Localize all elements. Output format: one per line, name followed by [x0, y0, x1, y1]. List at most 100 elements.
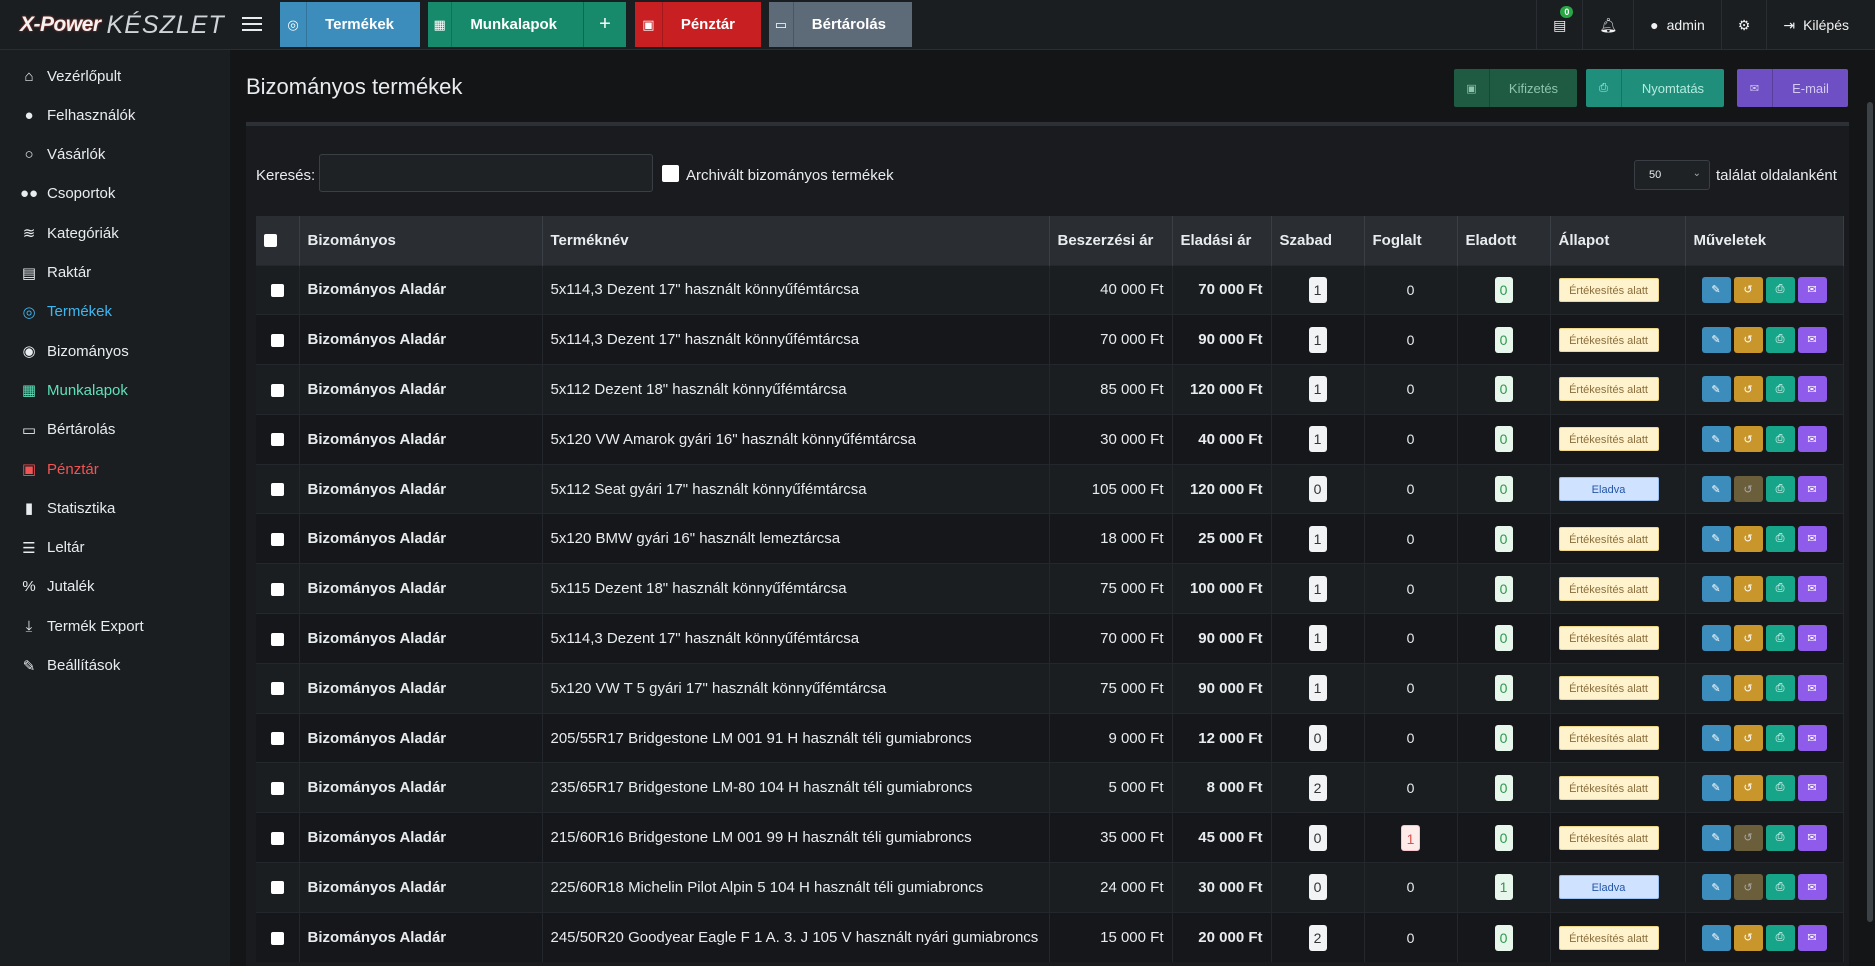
row-checkbox[interactable] [270, 931, 284, 945]
table-row[interactable]: Bizományos Aladár 5x112 Seat gyári 17" ha… [256, 463, 1844, 514]
undo-icon[interactable]: ↺ [1733, 625, 1763, 652]
print-icon[interactable]: ⎙ [1765, 525, 1795, 552]
table-row[interactable]: Bizományos Aladár 215/60R16 Bridgestone L… [256, 812, 1844, 863]
envelope-icon[interactable]: ✉ [1797, 326, 1827, 353]
print-icon[interactable]: ⎙ [1765, 476, 1795, 503]
print-icon[interactable]: ⎙ [1765, 874, 1795, 901]
envelope-icon[interactable]: ✉ [1797, 874, 1827, 901]
envelope-icon[interactable]: ✉ [1797, 426, 1827, 453]
table-row[interactable]: Bizományos Aladár 5x120 VW T 5 gyári 17" … [256, 662, 1844, 714]
print-icon[interactable]: ⎙ [1765, 625, 1795, 652]
print-icon[interactable]: ⎙ [1765, 276, 1795, 303]
edit-icon[interactable]: ✎ [1701, 725, 1731, 752]
select-all-checkbox[interactable] [264, 234, 277, 248]
table-row[interactable]: Bizományos Aladár 225/60R18 Michelin Pilo… [256, 862, 1844, 913]
table-row[interactable]: Bizományos Aladár 205/55R17 Bridgestone L… [256, 712, 1844, 763]
table-row[interactable]: Bizományos Aladár 5x120 BMW gyári 16" has… [256, 513, 1844, 564]
undo-icon[interactable]: ↺ [1733, 824, 1763, 851]
notifications-bell-button[interactable]: 🔔︎ [1582, 0, 1633, 50]
undo-icon[interactable]: ↺ [1733, 525, 1763, 552]
table-row[interactable]: Bizományos Aladár 5x114,3 Dezent 17" hasz… [256, 264, 1844, 315]
new-munkalap-button[interactable]: + [583, 2, 626, 47]
table-row[interactable]: Bizományos Aladár 5x114,3 Dezent 17" hasz… [256, 314, 1844, 365]
print-icon[interactable]: ⎙ [1765, 426, 1795, 453]
envelope-icon[interactable]: ✉ [1797, 276, 1827, 303]
kifizetes-button[interactable]: ▣ Kifizetés [1454, 69, 1577, 107]
nav-penztar-button[interactable]: ▣ Pénztár [635, 2, 761, 47]
row-checkbox[interactable] [270, 483, 284, 497]
table-row[interactable]: Bizományos Aladár 245/50R20 Goodyear Eagl… [256, 911, 1844, 963]
table-row[interactable]: Bizományos Aladár 5x112 Dezent 18" haszná… [256, 364, 1844, 415]
row-checkbox[interactable] [270, 582, 284, 596]
row-checkbox[interactable] [270, 781, 284, 795]
row-checkbox[interactable] [270, 732, 284, 746]
undo-icon[interactable]: ↺ [1733, 924, 1763, 951]
nav-bertarolas-button[interactable]: ▭ Bértárolás [769, 2, 912, 47]
undo-icon[interactable]: ↺ [1733, 326, 1763, 353]
edit-icon[interactable]: ✎ [1701, 326, 1731, 353]
table-row[interactable]: Bizományos Aladár 5x120 VW Amarok gyári 1… [256, 413, 1844, 465]
undo-icon[interactable]: ↺ [1733, 426, 1763, 453]
print-icon[interactable]: ⎙ [1765, 326, 1795, 353]
undo-icon[interactable]: ↺ [1733, 276, 1763, 303]
col-header-szabad[interactable]: Szabad [1271, 216, 1365, 265]
col-header-beszerzesi-ar[interactable]: Beszerzési ár [1049, 216, 1173, 265]
email-button[interactable]: ✉ E-mail [1737, 69, 1848, 107]
row-checkbox[interactable] [270, 881, 284, 895]
col-header-eladasi-ar[interactable]: Eladási ár [1172, 216, 1272, 265]
edit-icon[interactable]: ✎ [1701, 824, 1731, 851]
search-input[interactable] [319, 154, 653, 192]
envelope-icon[interactable]: ✉ [1797, 774, 1827, 801]
row-checkbox[interactable] [270, 831, 284, 845]
col-header-foglalt[interactable]: Foglalt [1364, 216, 1458, 265]
nyomtatas-button[interactable]: ⎙ Nyomtatás [1586, 69, 1724, 107]
row-checkbox[interactable] [270, 383, 284, 397]
row-checkbox[interactable] [270, 433, 284, 447]
col-header-bizomanyos[interactable]: Bizományos [299, 216, 543, 265]
per-page-select[interactable]: 50 ⌄ [1634, 160, 1710, 190]
envelope-icon[interactable]: ✉ [1797, 824, 1827, 851]
logout-button[interactable]: ⇥ Kilépés [1766, 0, 1875, 50]
print-icon[interactable]: ⎙ [1765, 675, 1795, 702]
envelope-icon[interactable]: ✉ [1797, 675, 1827, 702]
table-row[interactable]: Bizományos Aladár 5x115 Dezent 18" haszná… [256, 563, 1844, 614]
edit-icon[interactable]: ✎ [1701, 924, 1731, 951]
col-header-termeknev[interactable]: Terméknév [542, 216, 1050, 265]
edit-icon[interactable]: ✎ [1701, 874, 1731, 901]
row-checkbox[interactable] [270, 682, 284, 696]
menu-toggle-icon[interactable] [242, 13, 262, 35]
print-icon[interactable]: ⎙ [1765, 824, 1795, 851]
row-checkbox[interactable] [270, 333, 284, 347]
undo-icon[interactable]: ↺ [1733, 476, 1763, 503]
undo-icon[interactable]: ↺ [1733, 376, 1763, 403]
edit-icon[interactable]: ✎ [1701, 376, 1731, 403]
app-logo[interactable]: X-Power KÉSZLET [0, 0, 230, 50]
edit-icon[interactable]: ✎ [1701, 625, 1731, 652]
envelope-icon[interactable]: ✉ [1797, 575, 1827, 602]
print-icon[interactable]: ⎙ [1765, 774, 1795, 801]
edit-icon[interactable]: ✎ [1701, 675, 1731, 702]
envelope-icon[interactable]: ✉ [1797, 376, 1827, 403]
undo-icon[interactable]: ↺ [1733, 874, 1763, 901]
col-header-eladott[interactable]: Eladott [1457, 216, 1551, 265]
print-icon[interactable]: ⎙ [1765, 924, 1795, 951]
envelope-icon[interactable]: ✉ [1797, 476, 1827, 503]
notifications-docs-button[interactable]: ▤ 0 [1536, 0, 1582, 50]
sidebar-item-beállítások[interactable]: ✎ Beállítások [0, 643, 230, 689]
row-checkbox[interactable] [270, 283, 284, 297]
table-row[interactable]: Bizományos Aladár 5x114,3 Dezent 17" hasz… [256, 613, 1844, 664]
row-checkbox[interactable] [270, 632, 284, 646]
print-icon[interactable]: ⎙ [1765, 725, 1795, 752]
envelope-icon[interactable]: ✉ [1797, 924, 1827, 951]
row-checkbox[interactable] [270, 532, 284, 546]
undo-icon[interactable]: ↺ [1733, 575, 1763, 602]
edit-icon[interactable]: ✎ [1701, 476, 1731, 503]
envelope-icon[interactable]: ✉ [1797, 725, 1827, 752]
nav-munkalapok-button[interactable]: ▦ Munkalapok [428, 2, 583, 47]
settings-button[interactable]: ⚙ [1720, 0, 1767, 50]
edit-icon[interactable]: ✎ [1701, 575, 1731, 602]
edit-icon[interactable]: ✎ [1701, 774, 1731, 801]
print-icon[interactable]: ⎙ [1765, 575, 1795, 602]
undo-icon[interactable]: ↺ [1733, 774, 1763, 801]
undo-icon[interactable]: ↺ [1733, 725, 1763, 752]
